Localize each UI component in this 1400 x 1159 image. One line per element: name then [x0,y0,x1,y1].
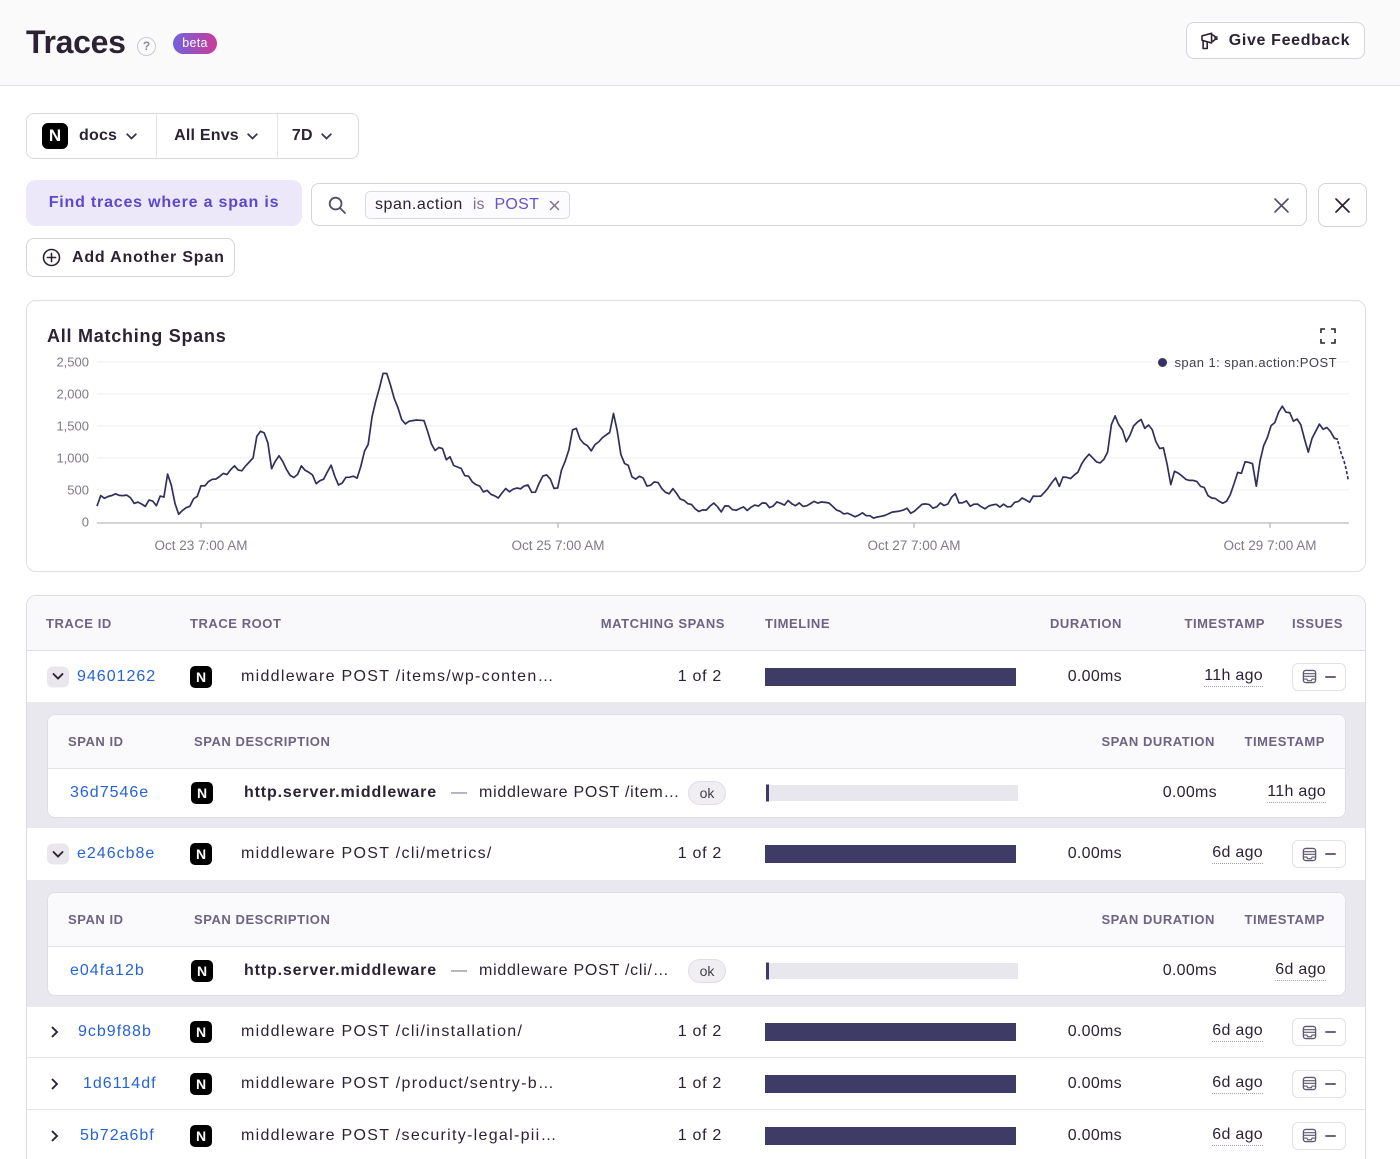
svg-text:1,000: 1,000 [56,451,89,466]
svg-text:2,000: 2,000 [56,387,89,402]
svg-text:1,500: 1,500 [56,419,89,434]
svg-text:Oct 29 7:00 AM: Oct 29 7:00 AM [1223,538,1316,553]
svg-text:Oct 25 7:00 AM: Oct 25 7:00 AM [511,538,604,553]
svg-text:Oct 23 7:00 AM: Oct 23 7:00 AM [154,538,247,553]
svg-text:500: 500 [67,483,89,498]
svg-text:2,500: 2,500 [56,355,89,370]
svg-text:0: 0 [82,515,89,530]
svg-text:Oct 27 7:00 AM: Oct 27 7:00 AM [867,538,960,553]
